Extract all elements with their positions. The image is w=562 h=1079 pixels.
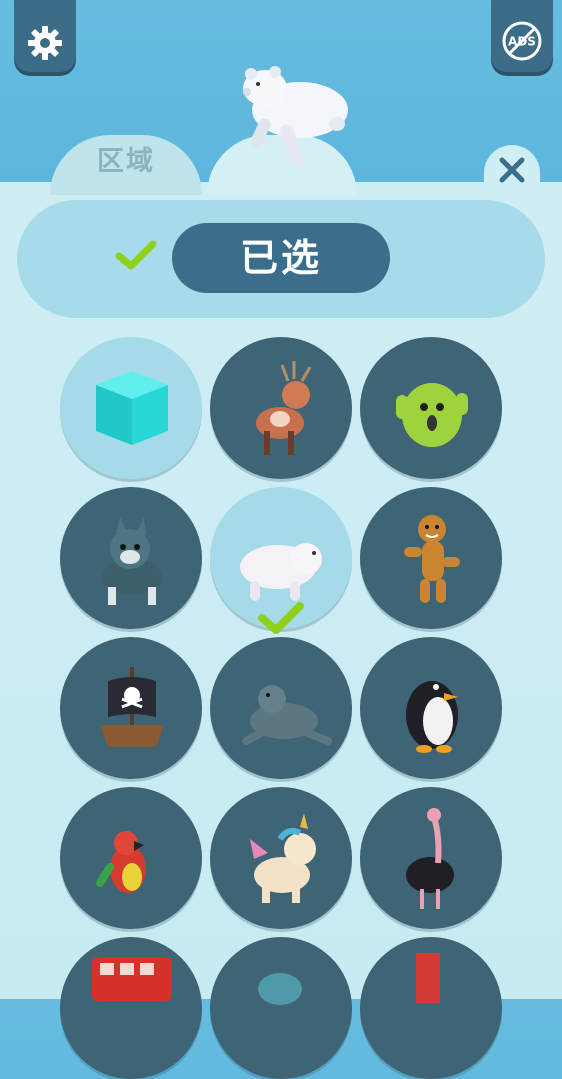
deer-icon bbox=[256, 361, 312, 455]
skin-item-penguin[interactable] bbox=[360, 637, 502, 779]
pirate-ship-icon bbox=[100, 667, 164, 747]
round-item-icon bbox=[258, 973, 302, 1005]
hero-preview bbox=[243, 66, 348, 168]
check-icon bbox=[115, 240, 157, 270]
skin-item-unicorn[interactable] bbox=[210, 787, 352, 929]
parrot-icon bbox=[96, 831, 146, 893]
close-button[interactable] bbox=[484, 145, 540, 195]
skin-item-wolf[interactable] bbox=[60, 487, 202, 629]
skin-item-ostrich[interactable] bbox=[360, 787, 502, 929]
skin-item-red-item[interactable] bbox=[360, 937, 502, 1079]
ostrich-icon bbox=[406, 808, 454, 909]
skin-item-round-item[interactable] bbox=[210, 937, 352, 1079]
gingerbread-man-icon bbox=[404, 515, 460, 603]
no-ads-icon: ADS bbox=[502, 21, 542, 61]
double-decker-bus-icon bbox=[92, 957, 172, 1001]
skin-item-seal[interactable] bbox=[210, 637, 352, 779]
skin-item-deer[interactable] bbox=[210, 337, 352, 479]
selected-check-icon bbox=[258, 602, 304, 634]
wolf-icon bbox=[102, 517, 162, 605]
cube-icon bbox=[96, 371, 168, 445]
penguin-icon bbox=[406, 681, 458, 753]
unicorn-icon bbox=[250, 813, 316, 903]
skin-item-double-decker-bus[interactable] bbox=[60, 937, 202, 1079]
tab-area-label: 区域 bbox=[97, 146, 155, 177]
settings-button[interactable] bbox=[14, 0, 76, 72]
skin-item-cube[interactable] bbox=[60, 337, 202, 479]
tab-area[interactable]: 区域 bbox=[50, 135, 202, 195]
skin-item-pirate-ship[interactable] bbox=[60, 637, 202, 779]
skin-item-gingerbread-man[interactable] bbox=[360, 487, 502, 629]
no-ads-button[interactable]: ADS bbox=[491, 0, 553, 72]
seal-icon bbox=[242, 685, 332, 745]
selected-status-button[interactable]: 已选 bbox=[172, 223, 390, 293]
gear-icon bbox=[28, 26, 62, 60]
red-item-icon bbox=[416, 953, 440, 1003]
skin-item-cactus[interactable] bbox=[360, 337, 502, 479]
skin-item-parrot[interactable] bbox=[60, 787, 202, 929]
cactus-icon bbox=[396, 383, 468, 447]
close-icon bbox=[499, 157, 525, 183]
